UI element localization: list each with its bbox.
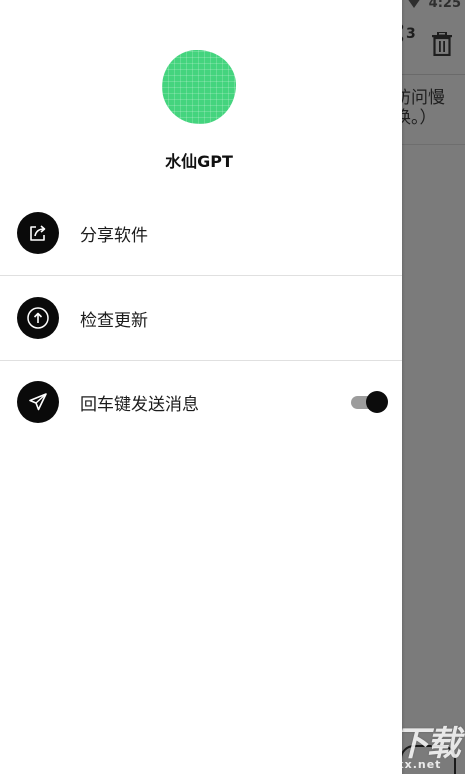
menu-item-check-update[interactable]: 检查更新 <box>0 276 402 360</box>
toggle-thumb <box>366 391 388 413</box>
share-count-number: 3 <box>406 26 416 42</box>
status-bar: 4:25 <box>406 0 461 12</box>
enter-to-send-toggle[interactable] <box>351 391 389 413</box>
share-icon <box>17 212 59 254</box>
navigation-drawer: 水仙GPT 分享软件 检查更新 回车键发送消息 <box>0 0 402 774</box>
screen: 4:25 3 访问慢 换。） KK下载 www.kkx.net <box>0 0 465 774</box>
app-name: 水仙GPT <box>165 152 233 171</box>
menu-item-share[interactable]: 分享软件 <box>0 191 402 275</box>
menu-label-check-update: 检查更新 <box>80 310 148 331</box>
menu-label-enter-to-send: 回车键发送消息 <box>80 394 199 415</box>
wifi-icon <box>406 0 421 8</box>
notice-divider <box>402 144 465 145</box>
menu-item-enter-to-send[interactable]: 回车键发送消息 <box>0 360 402 444</box>
send-icon <box>17 381 59 423</box>
upload-arrow-icon <box>17 297 59 339</box>
status-time: 4:25 <box>428 0 461 11</box>
trash-icon[interactable] <box>431 32 453 56</box>
menu-label-share: 分享软件 <box>80 225 148 246</box>
drawer-edge-shadow <box>402 0 405 774</box>
app-avatar <box>162 50 236 124</box>
